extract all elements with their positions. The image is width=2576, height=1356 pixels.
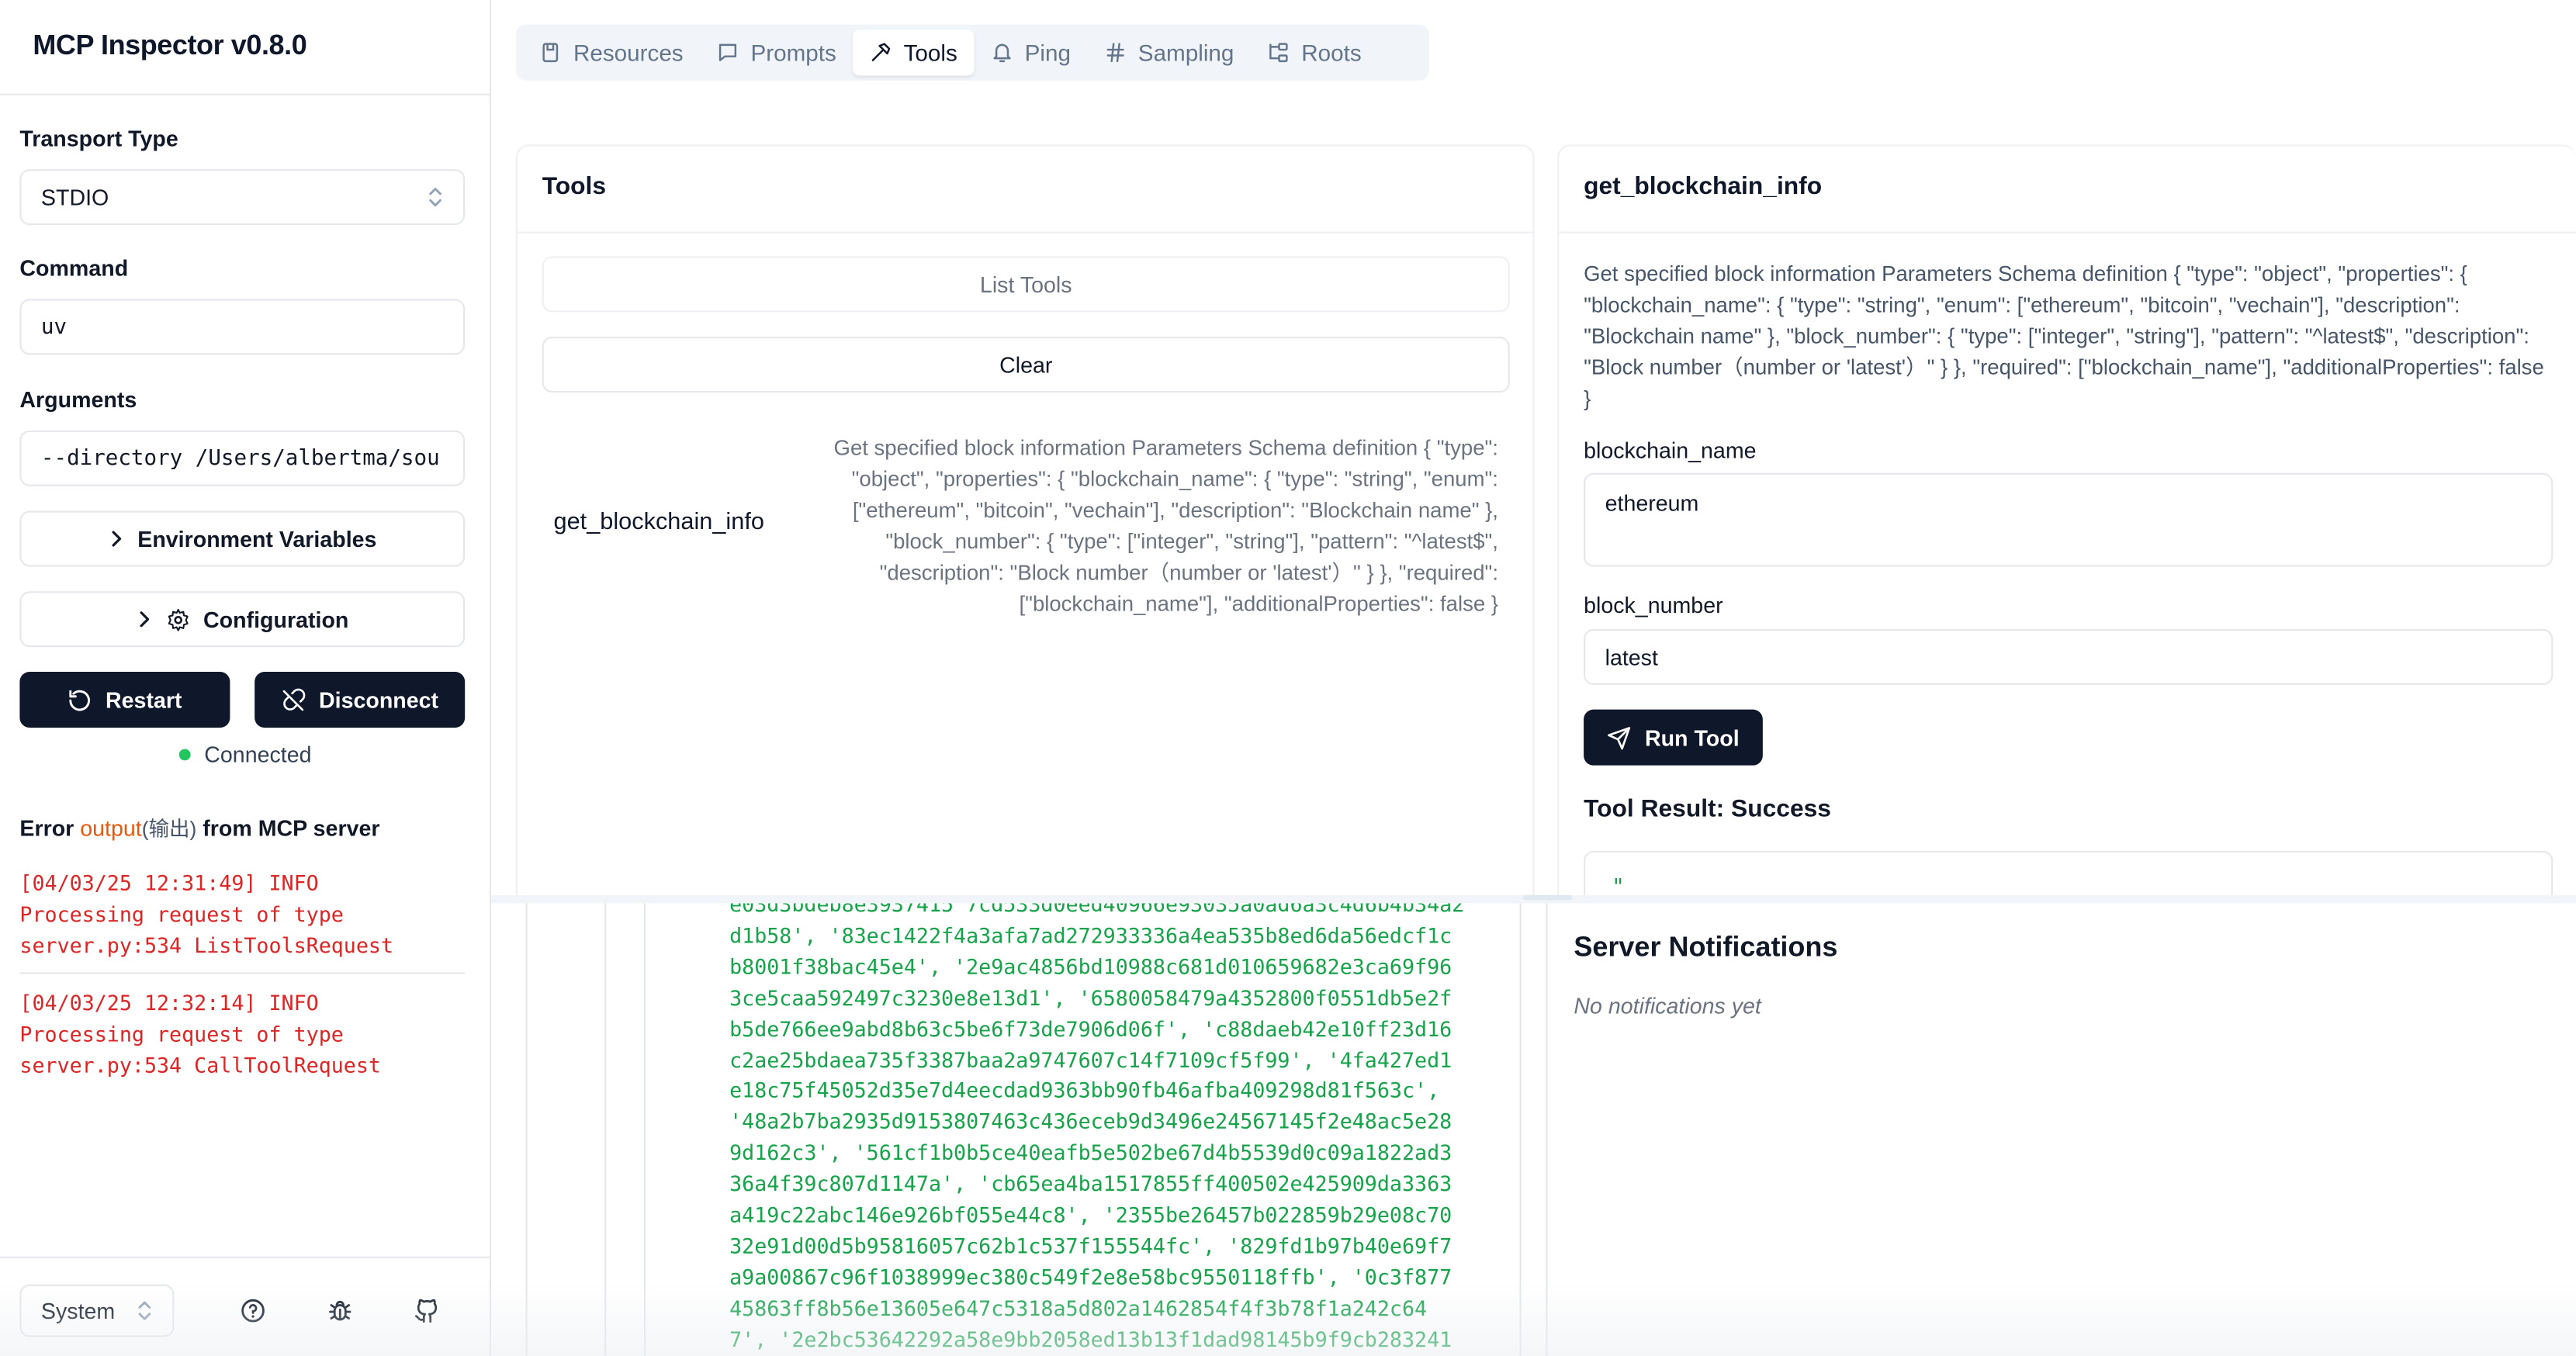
send-icon	[1607, 725, 1632, 750]
configuration-label: Configuration	[203, 607, 349, 632]
blockchain-name-label: blockchain_name	[1584, 438, 1757, 464]
log-line: server.py:534 CallToolRequest	[19, 1053, 381, 1078]
help-icon[interactable]	[237, 1294, 269, 1327]
log-line: [04/03/25 12:31:49] INFO	[19, 870, 319, 895]
block-number-input[interactable]: latest	[1584, 628, 2553, 685]
tool-result-box: "	[1584, 850, 2553, 901]
sidebar-header: MCP Inspector v0.8.0	[0, 0, 490, 95]
resize-handle[interactable]	[1522, 894, 1573, 901]
error-suffix: from MCP server	[196, 816, 380, 842]
server-notifications-title: Server Notifications	[1574, 931, 1838, 963]
tool-detail-title: get_blockchain_info	[1584, 172, 1823, 201]
tab-roots[interactable]: Roots	[1251, 29, 1378, 75]
server-notifications-panel: Server Notifications No notifications ye…	[1546, 903, 2576, 1356]
tab-label: Prompts	[750, 39, 836, 66]
chevron-right-icon	[136, 610, 152, 629]
tab-sampling[interactable]: Sampling	[1087, 29, 1250, 75]
restart-button[interactable]: Restart	[19, 671, 230, 728]
tab-label: Roots	[1301, 39, 1362, 66]
status-dot-icon	[179, 749, 192, 761]
panel-divider	[517, 231, 1533, 233]
tools-panel-title: Tools	[542, 172, 607, 201]
tab-label: Resources	[573, 39, 684, 66]
rotate-ccw-icon	[68, 687, 92, 712]
app-root: MCP Inspector v0.8.0 Transport Type STDI…	[0, 0, 2576, 1356]
chevrons-up-down-icon	[427, 185, 443, 209]
gear-icon	[165, 607, 190, 631]
tool-detail-description: Get specified block information Paramete…	[1584, 261, 2544, 411]
tab-label: Ping	[1024, 39, 1071, 66]
log-line: server.py:534 ListToolsRequest	[19, 932, 394, 958]
app-title: MCP Inspector v0.8.0	[33, 29, 307, 61]
log-entry: [04/03/25 12:32:14] INFO Processing requ…	[19, 987, 465, 1081]
connection-status: Connected	[0, 742, 491, 767]
bug-icon[interactable]	[324, 1294, 356, 1327]
tool-item-description[interactable]: Get specified block information Paramete…	[785, 432, 1498, 619]
hash-icon	[1103, 41, 1127, 64]
run-tool-button[interactable]: Run Tool	[1584, 709, 1763, 766]
github-icon[interactable]	[410, 1294, 443, 1327]
tab-label: Sampling	[1137, 39, 1234, 66]
environment-variables-button[interactable]: Environment Variables	[19, 510, 466, 567]
sidebar-footer: System	[0, 1256, 492, 1356]
log-line: Processing request of type	[19, 901, 344, 927]
message-icon	[716, 41, 739, 64]
chevrons-up-down-icon	[137, 1299, 153, 1323]
file-icon	[538, 41, 562, 64]
log-line: [04/03/25 12:32:14] INFO	[19, 990, 319, 1015]
folder-tree-icon	[1267, 41, 1290, 64]
arguments-label: Arguments	[19, 387, 137, 413]
tab-ping[interactable]: Ping	[974, 29, 1087, 75]
block-number-label: block_number	[1584, 593, 1723, 618]
sidebar: MCP Inspector v0.8.0 Transport Type STDI…	[0, 0, 492, 1356]
configuration-button[interactable]: Configuration	[19, 591, 466, 648]
error-sub: (输出)	[141, 818, 197, 842]
disconnect-button[interactable]: Disconnect	[254, 671, 466, 728]
hammer-icon	[869, 41, 892, 64]
command-input[interactable]: uv	[19, 299, 466, 355]
environment-variables-label: Environment Variables	[137, 526, 377, 552]
log-entry: [04/03/25 12:31:49] INFO Processing requ…	[19, 867, 465, 961]
tab-prompts[interactable]: Prompts	[700, 29, 853, 75]
history-output-text: e03d3bdeb8e3937415 7cd533d0eed40966e9303…	[729, 903, 1465, 1351]
transport-type-label: Transport Type	[19, 126, 178, 151]
theme-value: System	[40, 1298, 116, 1323]
command-label: Command	[19, 256, 129, 282]
tab-resources[interactable]: Resources	[522, 29, 700, 75]
restart-label: Restart	[106, 687, 182, 712]
disconnect-label: Disconnect	[318, 687, 439, 712]
arguments-input[interactable]: --directory /Users/albertma/sou	[19, 430, 466, 486]
theme-select[interactable]: System	[19, 1284, 175, 1337]
error-output-title: Error output(输出) from MCP server	[19, 811, 379, 842]
chevron-right-icon	[108, 529, 124, 548]
panel-divider	[1559, 231, 2576, 233]
tool-item-name[interactable]: get_blockchain_info	[554, 509, 764, 535]
error-prefix: Error	[19, 816, 81, 842]
history-panel: e03d3bdeb8e3937415 7cd533d0eed40966e9303…	[515, 903, 1545, 1356]
transport-type-value: STDIO	[40, 185, 109, 209]
tab-label: Tools	[903, 39, 957, 66]
tab-tools[interactable]: Tools	[852, 29, 974, 76]
bell-icon	[990, 41, 1013, 64]
run-tool-label: Run Tool	[1644, 725, 1740, 750]
error-highlight: output	[80, 816, 142, 842]
log-divider	[19, 972, 466, 974]
tool-result-title: Tool Result: Success	[1584, 794, 1831, 823]
transport-type-select[interactable]: STDIO	[19, 169, 466, 226]
status-text: Connected	[204, 742, 312, 767]
blockchain-name-input[interactable]: ethereum	[1584, 472, 2553, 567]
clear-button[interactable]: Clear	[542, 337, 1510, 393]
notifications-empty-text: No notifications yet	[1574, 993, 1761, 1019]
log-line: Processing request of type	[19, 1021, 344, 1046]
main-tabs: Resources Prompts Tools Ping Sampling Ro…	[515, 24, 1430, 81]
unplug-icon	[281, 687, 306, 712]
list-tools-button[interactable]: List Tools	[542, 256, 1510, 313]
